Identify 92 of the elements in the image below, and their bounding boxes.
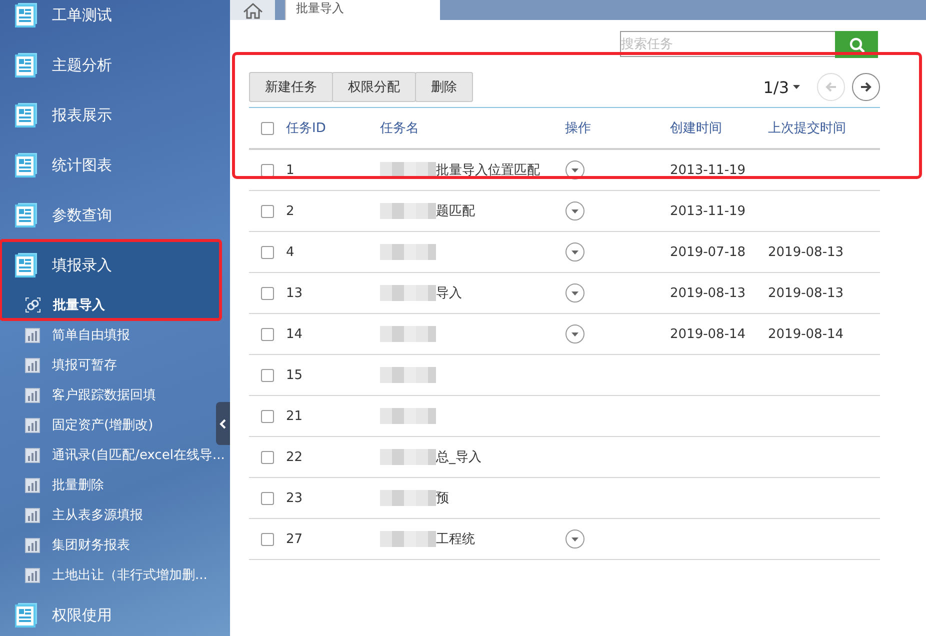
table-cell: 2019-08-13 [768, 286, 844, 300]
table-cell-text: 导入 [436, 285, 462, 302]
report-icon [15, 152, 38, 178]
bar-chart-icon [25, 478, 40, 492]
table-cell: 21 [286, 408, 303, 424]
menu-item[interactable]: 权限使用 [0, 590, 112, 636]
menu-item[interactable]: 工单测试 [0, 0, 112, 40]
submenu-item[interactable]: 集团财务报表 [0, 530, 130, 560]
table-cell-text: 题匹配 [436, 203, 475, 220]
column-header: 操作 [565, 120, 591, 137]
column-header: 上次提交时间 [768, 121, 846, 136]
checkbox[interactable] [261, 450, 274, 464]
table-cell-text: 工程统 [436, 531, 475, 548]
table-cell-text: 总_导入 [436, 449, 482, 466]
caret-icon [793, 85, 800, 89]
bar-chart-icon [25, 568, 40, 582]
menu-item[interactable]: 报表展示 [0, 90, 112, 140]
collapse-handle[interactable] [216, 402, 230, 445]
tab[interactable]: 批量导入 [285, 0, 440, 20]
bar-chart-icon [25, 538, 40, 552]
report-icon [15, 2, 38, 28]
checkbox[interactable] [261, 328, 274, 340]
report-icon [15, 252, 38, 278]
menu-item[interactable]: 主题分析 [0, 40, 112, 90]
report-icon [15, 102, 38, 128]
submenu-item[interactable]: 填报可暂存 [0, 350, 117, 380]
submenu-item[interactable]: 土地出让（非行式增加删... [0, 560, 208, 590]
table-cell: 2019-08-13 [670, 286, 746, 300]
next-page-button[interactable] [852, 73, 880, 101]
bar-chart-icon [25, 358, 40, 372]
table-cell: 14 [286, 326, 303, 342]
submenu-item[interactable]: 简单自由填报 [0, 320, 130, 350]
table-cell: 2019-07-18 [670, 244, 746, 260]
column-header: 任务ID [286, 121, 326, 136]
menu-item[interactable]: 填报录入 [0, 240, 112, 290]
submenu-item[interactable]: 批量导入 [0, 290, 105, 320]
report-icon [15, 602, 38, 628]
chevron-left-icon [219, 418, 227, 428]
table-cell: 1 [286, 162, 294, 178]
table-cell: 2013-11-19 [670, 204, 746, 218]
menu-item[interactable]: 参数查询 [0, 190, 112, 240]
table-cell: 2 [286, 204, 294, 218]
checkbox[interactable] [261, 246, 274, 258]
toolbar-button[interactable]: 权限分配 [332, 72, 416, 102]
table-cell: 4 [286, 244, 294, 260]
bar-chart-icon [25, 388, 40, 402]
table-cell: 27 [286, 532, 303, 546]
checkbox[interactable] [261, 532, 274, 546]
table-cell-text: 批量导入位置匹配 [436, 162, 540, 179]
table-cell: 23 [286, 490, 303, 506]
submenu-item[interactable]: 主从表多源填报 [0, 500, 143, 530]
submenu-item[interactable]: 通讯录(自匹配/excel在线导... [0, 440, 225, 470]
home-tab[interactable] [230, 0, 275, 20]
column-header: 创建时间 [670, 121, 722, 136]
menu-item[interactable]: 统计图表 [0, 140, 112, 190]
home-icon [242, 2, 264, 18]
table-cell: 22 [286, 450, 303, 464]
dropdown-icon[interactable] [565, 242, 585, 262]
table-cell: 2019-08-14 [670, 326, 746, 342]
dropdown-icon[interactable] [565, 201, 585, 221]
table-cell: 2019-08-13 [768, 244, 844, 260]
bar-chart-icon [25, 508, 40, 522]
search-icon [848, 36, 864, 52]
link-icon [25, 297, 41, 313]
table-cell: 2013-11-19 [670, 162, 746, 178]
bar-chart-icon [25, 418, 40, 432]
toolbar-button[interactable]: 新建任务 [249, 72, 333, 102]
bar-chart-icon [25, 448, 40, 462]
checkbox[interactable] [261, 164, 274, 176]
submenu-item[interactable]: 批量删除 [0, 470, 104, 500]
table-cell-text: 预 [436, 490, 449, 507]
dropdown-icon[interactable] [565, 160, 585, 180]
dropdown-icon[interactable] [565, 529, 585, 549]
toolbar-button[interactable]: 删除 [415, 72, 473, 102]
checkbox[interactable] [261, 492, 274, 504]
table-cell: 2019-08-14 [768, 326, 844, 342]
submenu-item[interactable]: 客户跟踪数据回填 [0, 380, 156, 410]
checkbox[interactable] [261, 410, 274, 422]
checkbox[interactable] [261, 204, 274, 218]
table-cell: 15 [286, 368, 303, 382]
checkbox[interactable] [261, 286, 274, 300]
report-icon [15, 52, 38, 78]
submenu-item[interactable]: 固定资产(增删改) [0, 410, 154, 440]
select-all-checkbox[interactable] [261, 122, 274, 134]
table-cell: 13 [286, 286, 303, 300]
dropdown-icon[interactable] [565, 283, 585, 303]
report-icon [15, 202, 38, 228]
bar-chart-icon [25, 328, 40, 342]
column-header: 任务名 [380, 120, 419, 137]
checkbox[interactable] [261, 368, 274, 382]
page-indicator[interactable]: 1/3 [763, 78, 789, 96]
dropdown-icon[interactable] [565, 324, 585, 344]
